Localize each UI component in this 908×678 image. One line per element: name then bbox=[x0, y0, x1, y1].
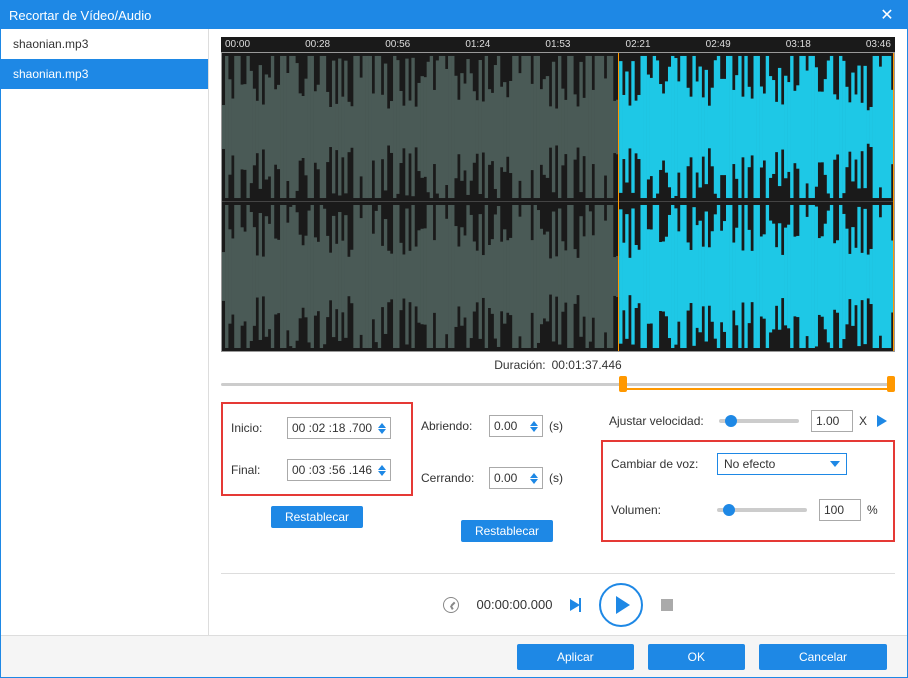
chevron-up-icon[interactable] bbox=[378, 423, 386, 428]
speed-value: 1.00 bbox=[816, 414, 839, 428]
tick-label: 00:00 bbox=[225, 39, 250, 50]
clock-icon bbox=[443, 597, 459, 613]
sidebar-item-label: shaonian.mp3 bbox=[13, 67, 88, 81]
start-spinner[interactable] bbox=[378, 423, 386, 434]
duration-label: Duración: bbox=[494, 358, 545, 372]
volume-slider[interactable] bbox=[717, 508, 807, 512]
chevron-down-icon[interactable] bbox=[378, 429, 386, 434]
fade-unit: (s) bbox=[549, 471, 563, 485]
chevron-up-icon[interactable] bbox=[530, 473, 538, 478]
main-panel: 00:00 00:28 00:56 01:24 01:53 02:21 02:4… bbox=[209, 29, 907, 635]
volume-input[interactable]: 100 bbox=[819, 499, 861, 521]
chevron-down-icon[interactable] bbox=[530, 427, 538, 432]
reset-fade-button[interactable]: Restablecar bbox=[461, 520, 553, 542]
sidebar-item-file[interactable]: shaonian.mp3 bbox=[1, 29, 208, 59]
play-button[interactable] bbox=[599, 583, 643, 627]
stop-button[interactable] bbox=[661, 599, 673, 611]
timeline-ruler: 00:00 00:28 00:56 01:24 01:53 02:21 02:4… bbox=[221, 37, 895, 52]
tick-label: 00:28 bbox=[305, 39, 330, 50]
voice-value: No efecto bbox=[724, 457, 775, 471]
tick-label: 00:56 bbox=[385, 39, 410, 50]
fade-in-spinner[interactable] bbox=[530, 421, 538, 432]
tick-label: 01:53 bbox=[545, 39, 570, 50]
end-spinner[interactable] bbox=[378, 465, 386, 476]
controls-grid: Inicio: 00 :02 :18 .700 Final: bbox=[221, 402, 895, 542]
speed-slider-thumb[interactable] bbox=[725, 415, 737, 427]
start-time-value: 00 :02 :18 .700 bbox=[292, 421, 372, 435]
end-time-value: 00 :03 :56 .146 bbox=[292, 463, 372, 477]
tick-label: 03:18 bbox=[786, 39, 811, 50]
reset-trim-button[interactable]: Restablecar bbox=[271, 506, 363, 528]
chevron-down-icon[interactable] bbox=[530, 479, 538, 484]
volume-label: Volumen: bbox=[611, 503, 711, 517]
selection-region[interactable] bbox=[618, 53, 894, 351]
tick-label: 03:46 bbox=[866, 39, 891, 50]
play-preview-icon[interactable] bbox=[877, 415, 887, 427]
fade-out-spinner[interactable] bbox=[530, 473, 538, 484]
scrubber-selection-line bbox=[619, 388, 895, 390]
duration-value: 00:01:37.446 bbox=[552, 358, 622, 372]
scrubber-handle-start[interactable] bbox=[619, 376, 627, 392]
close-icon[interactable]: ✕ bbox=[875, 3, 899, 27]
range-scrubber[interactable] bbox=[221, 378, 895, 390]
titlebar: Recortar de Vídeo/Audio ✕ bbox=[1, 1, 907, 29]
speed-slider[interactable] bbox=[719, 419, 799, 423]
sidebar-item-file[interactable]: shaonian.mp3 bbox=[1, 59, 208, 89]
fade-in-label: Abriendo: bbox=[421, 419, 483, 433]
fade-out-value: 0.00 bbox=[494, 471, 517, 485]
fade-out-input[interactable]: 0.00 bbox=[489, 467, 543, 489]
voice-volume-panel: Cambiar de voz: No efecto Volumen: bbox=[601, 440, 895, 542]
tick-label: 02:21 bbox=[626, 39, 651, 50]
speed-label: Ajustar velocidad: bbox=[609, 414, 713, 428]
cancel-button[interactable]: Cancelar bbox=[759, 644, 887, 670]
window-title: Recortar de Vídeo/Audio bbox=[9, 8, 875, 23]
end-label: Final: bbox=[231, 463, 281, 477]
dialog-footer: Aplicar OK Cancelar bbox=[1, 635, 907, 677]
fade-unit: (s) bbox=[549, 419, 563, 433]
scrubber-track bbox=[221, 383, 895, 386]
volume-unit: % bbox=[867, 503, 878, 517]
bar-icon bbox=[579, 598, 581, 612]
apply-button[interactable]: Aplicar bbox=[517, 644, 634, 670]
sidebar-item-label: shaonian.mp3 bbox=[13, 37, 88, 51]
chevron-down-icon bbox=[830, 461, 840, 467]
playback-time: 00:00:00.000 bbox=[477, 597, 553, 612]
file-sidebar: shaonian.mp3 shaonian.mp3 bbox=[1, 29, 209, 635]
trim-time-panel: Inicio: 00 :02 :18 .700 Final: bbox=[221, 402, 413, 496]
chevron-up-icon[interactable] bbox=[530, 421, 538, 426]
chevron-up-icon[interactable] bbox=[378, 465, 386, 470]
volume-value: 100 bbox=[824, 503, 844, 517]
speed-unit: X bbox=[859, 414, 867, 428]
chevron-down-icon[interactable] bbox=[378, 471, 386, 476]
fade-out-label: Cerrando: bbox=[421, 471, 483, 485]
scrubber-handle-end[interactable] bbox=[887, 376, 895, 392]
volume-slider-thumb[interactable] bbox=[723, 504, 735, 516]
tick-label: 02:49 bbox=[706, 39, 731, 50]
end-time-input[interactable]: 00 :03 :56 .146 bbox=[287, 459, 391, 481]
voice-label: Cambiar de voz: bbox=[611, 457, 711, 471]
fade-in-input[interactable]: 0.00 bbox=[489, 415, 543, 437]
duration-display: Duración: 00:01:37.446 bbox=[221, 352, 895, 378]
play-icon bbox=[616, 596, 630, 614]
fade-in-value: 0.00 bbox=[494, 419, 517, 433]
content-area: shaonian.mp3 shaonian.mp3 00:00 00:28 00… bbox=[1, 29, 907, 635]
skip-to-start-button[interactable] bbox=[570, 598, 581, 612]
tick-label: 01:24 bbox=[465, 39, 490, 50]
trim-dialog: Recortar de Vídeo/Audio ✕ shaonian.mp3 s… bbox=[0, 0, 908, 678]
waveform-view[interactable] bbox=[221, 52, 895, 352]
voice-select[interactable]: No efecto bbox=[717, 453, 847, 475]
speed-input[interactable]: 1.00 bbox=[811, 410, 853, 432]
start-label: Inicio: bbox=[231, 421, 281, 435]
start-time-input[interactable]: 00 :02 :18 .700 bbox=[287, 417, 391, 439]
playback-bar: 00:00:00.000 bbox=[221, 573, 895, 635]
ok-button[interactable]: OK bbox=[648, 644, 745, 670]
